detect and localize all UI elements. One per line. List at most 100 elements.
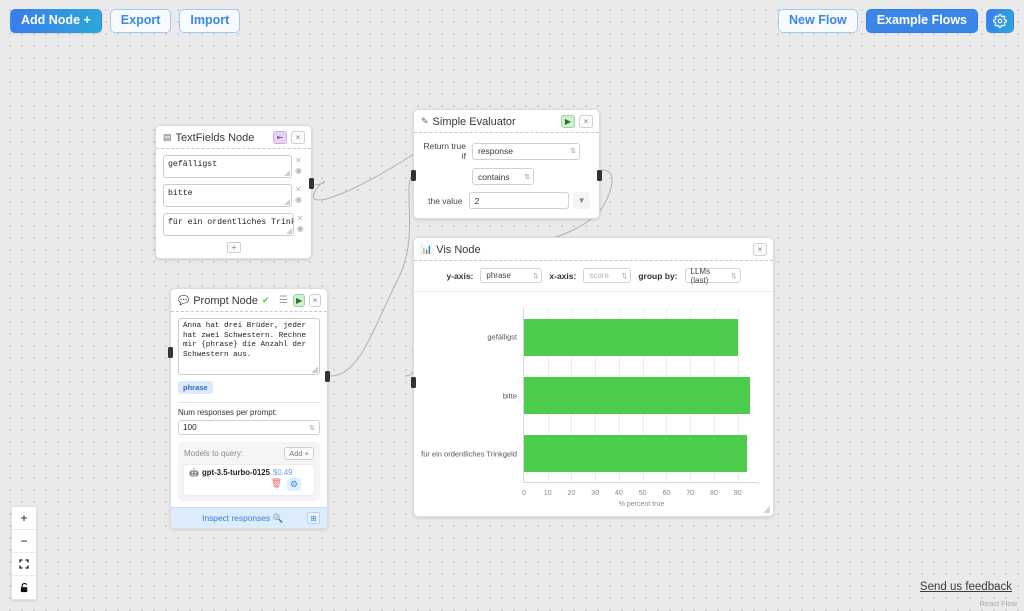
prompt-body: Anna hat drei Brüder, jeder hat zwei Sch…: [171, 312, 327, 501]
vis-chart: 0 10 20 30 40 50 60 70 80 90 gefälligst bitte für ei…: [414, 292, 773, 516]
visibility-icon[interactable]: ◉: [297, 224, 305, 233]
settings-button[interactable]: [986, 9, 1014, 33]
models-header: Models to query: Add +: [184, 447, 314, 460]
fit-view-button[interactable]: [12, 553, 36, 576]
model-list-item[interactable]: 🤖 gpt-3.5-turbo-0125 $0.49 🗑 ⚙: [184, 465, 314, 495]
prompt-input-handle[interactable]: [168, 347, 173, 358]
example-flows-button[interactable]: Example Flows: [865, 9, 978, 33]
prompt-list-icon[interactable]: ☰: [278, 294, 290, 307]
flow-canvas[interactable]: Add Node + Export Import New Flow Exampl…: [0, 0, 1024, 611]
prompt-node-header: 💬 Prompt Node ✔ ☰ ▶ ×: [171, 289, 327, 312]
visibility-icon[interactable]: ◉: [295, 195, 305, 204]
prompt-footer: Inspect responses 🔍 ⊞: [171, 507, 327, 528]
textfield-actions-1: ✕ ◉: [295, 184, 305, 204]
toolbar-right: New Flow Example Flows: [778, 9, 1014, 33]
zoom-out-button[interactable]: −: [12, 530, 36, 553]
textfields-close-button[interactable]: ×: [291, 131, 305, 144]
vis-controls: y-axis: phrase x-axis: score group by: L…: [414, 261, 773, 292]
toolbar-left: Add Node + Export Import: [10, 9, 241, 33]
prompt-variable-chip[interactable]: phrase: [178, 381, 213, 394]
x-axis-line: [524, 482, 759, 483]
textfields-collapse-button[interactable]: ⇤: [273, 131, 287, 144]
vis-close-button[interactable]: ×: [753, 243, 767, 256]
lock-button[interactable]: [12, 576, 36, 599]
category-label: bitte: [502, 391, 517, 400]
bar[interactable]: [524, 435, 748, 473]
x-axis-title: % percent true: [618, 501, 665, 508]
send-feedback-link[interactable]: Send us feedback: [920, 581, 1012, 593]
textfield-row: gefälligst ✕ ◉: [163, 155, 305, 178]
textfields-node[interactable]: ▤ TextFields Node ⇤ × gefälligst ✕ ◉ bit…: [155, 125, 314, 259]
textfield-actions-2: ✕ ◉: [297, 213, 305, 233]
textfields-output-handle[interactable]: [309, 178, 314, 189]
vis-input-handle[interactable]: [411, 377, 416, 388]
import-button[interactable]: Import: [179, 9, 241, 33]
x-axis-tick: 70: [686, 490, 695, 497]
evaluator-run-button[interactable]: ▶: [561, 115, 575, 128]
textfield-input-1[interactable]: bitte: [163, 184, 292, 207]
prompt-textarea[interactable]: Anna hat drei Brüder, jeder hat zwei Sch…: [178, 318, 320, 375]
category-label: für ein ordentliches Trinkgeld: [421, 449, 517, 459]
x-axis-select[interactable]: score: [583, 268, 632, 283]
remove-field-icon[interactable]: ✕: [297, 214, 305, 223]
prompt-divider: [178, 402, 320, 403]
return-true-if-label: Return true if: [423, 141, 466, 161]
add-model-button[interactable]: Add +: [284, 447, 314, 460]
prompt-output-handle[interactable]: [325, 371, 330, 382]
x-axis-tick: 30: [591, 490, 600, 497]
new-flow-button[interactable]: New Flow: [778, 9, 858, 33]
visibility-icon[interactable]: ◉: [295, 166, 305, 175]
textfield-input-0[interactable]: gefälligst: [163, 155, 292, 178]
vis-resize-grip[interactable]: [763, 506, 770, 513]
bar[interactable]: [524, 318, 738, 356]
simple-evaluator-node[interactable]: ✎ Simple Evaluator ▶ × Return true if re…: [411, 109, 602, 219]
add-node-button[interactable]: Add Node +: [10, 9, 102, 33]
openai-icon: 🤖: [189, 468, 199, 477]
vis-node-header: 📊 Vis Node ×: [414, 238, 773, 261]
evaluator-node-title: Simple Evaluator: [432, 115, 516, 128]
react-flow-attribution[interactable]: React Flow: [979, 599, 1017, 608]
textfields-icon: ▤: [163, 132, 172, 142]
evaluator-operator-row: contains: [422, 168, 590, 185]
model-settings-icon[interactable]: ⚙: [287, 478, 301, 491]
trash-icon[interactable]: 🗑: [271, 478, 282, 491]
num-responses-input[interactable]: 100: [178, 420, 320, 435]
y-axis-select[interactable]: phrase: [480, 268, 543, 283]
evaluator-input-handle[interactable]: [411, 170, 416, 181]
zoom-in-button[interactable]: +: [12, 507, 36, 530]
export-button[interactable]: Export: [109, 9, 172, 33]
vis-node[interactable]: 📊 Vis Node × y-axis: phrase x-axis: scor…: [411, 237, 774, 517]
x-axis-tick: 60: [662, 490, 671, 497]
fit-view-icon: [19, 559, 29, 569]
remove-field-icon[interactable]: ✕: [295, 156, 305, 165]
prompt-close-button[interactable]: ×: [309, 294, 321, 307]
evaluator-variable-select[interactable]: response: [472, 142, 580, 160]
evaluator-output-handle[interactable]: [597, 170, 602, 181]
group-by-select[interactable]: LLMs (last): [684, 267, 741, 285]
textfield-row: für ein ordentliches Trinkgeld ✕ ◉: [163, 213, 305, 236]
evaluator-operator-select[interactable]: contains: [472, 168, 534, 185]
chevron-down-icon[interactable]: ▼: [573, 192, 590, 209]
prompt-run-button[interactable]: ▶: [293, 294, 306, 307]
gear-icon: [993, 14, 1007, 28]
lock-icon: [20, 582, 27, 592]
remove-field-icon[interactable]: ✕: [295, 185, 305, 194]
evaluator-close-button[interactable]: ×: [579, 115, 593, 128]
models-to-query-panel: Models to query: Add + 🤖 gpt-3.5-turbo-0…: [178, 442, 320, 501]
evaluator-node-header: ✎ Simple Evaluator ▶ ×: [414, 110, 599, 133]
magnifier-icon: 🔍: [272, 512, 283, 523]
x-axis-tick: 0: [522, 490, 526, 497]
bar[interactable]: [524, 377, 750, 414]
expand-icon[interactable]: ⊞: [307, 512, 320, 524]
model-name-row: 🤖 gpt-3.5-turbo-0125 $0.49: [189, 468, 309, 477]
inspect-responses-button[interactable]: Inspect responses 🔍: [178, 513, 307, 524]
textfield-input-2[interactable]: für ein ordentliches Trinkgeld: [163, 213, 294, 236]
evaluator-variable-row: Return true if response: [422, 141, 590, 161]
textfields-node-header: ▤ TextFields Node ⇤ ×: [156, 126, 311, 149]
add-field-button[interactable]: +: [227, 242, 241, 253]
num-responses-label: Num responses per prompt:: [178, 408, 278, 417]
prompt-node[interactable]: 💬 Prompt Node ✔ ☰ ▶ × Anna hat drei Brüd…: [168, 288, 330, 529]
textfield-row: bitte ✕ ◉: [163, 184, 305, 207]
prompt-node-title: Prompt Node: [193, 294, 259, 307]
evaluator-value-input[interactable]: 2: [468, 192, 570, 209]
